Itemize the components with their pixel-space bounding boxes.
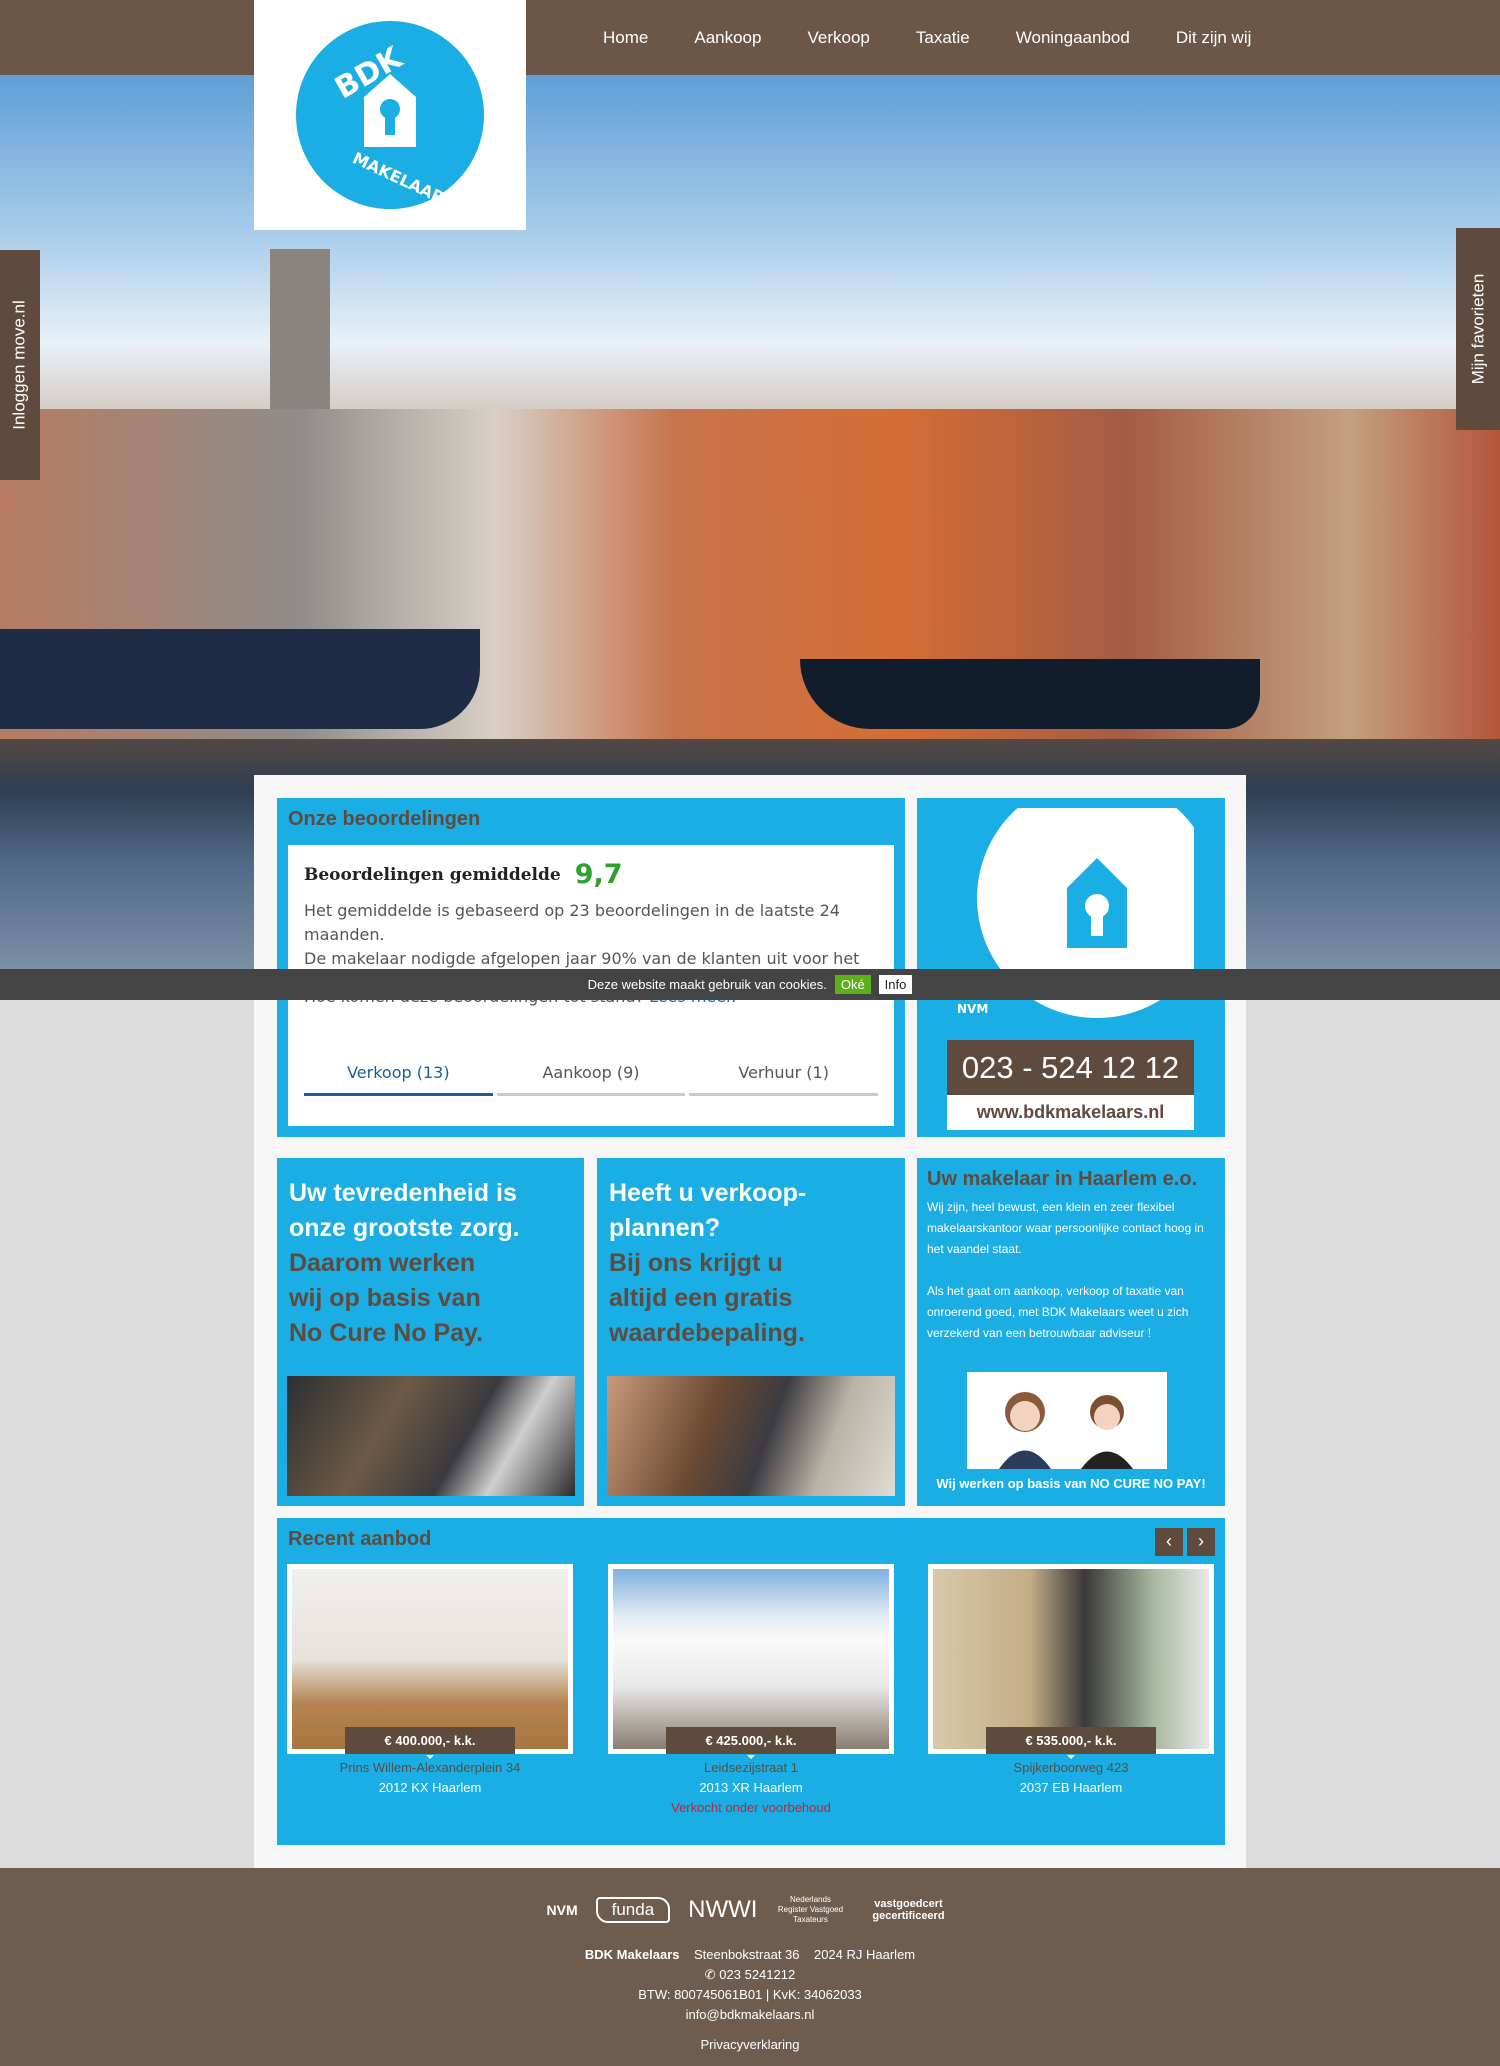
about-panel: Uw makelaar in Haarlem e.o. Wij zijn, he… — [917, 1158, 1225, 1506]
phone-number[interactable]: 023 - 524 12 12 — [947, 1040, 1194, 1095]
funda-logo[interactable]: funda — [595, 1897, 671, 1923]
favorites-tab-label: Mijn favorieten — [1468, 273, 1487, 385]
listing-card[interactable]: € 400.000,- k.k. Prins Willem-Alexanderp… — [287, 1564, 573, 1795]
listing-price: € 400.000,- k.k. — [345, 1727, 515, 1759]
recent-title: Recent aanbod — [288, 1528, 432, 1550]
about-title: Uw makelaar in Haarlem e.o. — [927, 1168, 1198, 1190]
tab-verhuur[interactable]: Verhuur (1) — [689, 1061, 879, 1096]
footer: NVM funda NWWI Nederlands Register Vastg… — [0, 1868, 1500, 2066]
privacy-link[interactable]: Privacyverklaring — [0, 2035, 1500, 2055]
site-logo[interactable]: BDK MAKELAARS — [254, 0, 526, 230]
listing-city: 2013 XR Haarlem — [699, 1780, 803, 1795]
vastgoedcert-logo[interactable]: vastgoedcert gecertificeerd — [863, 1898, 953, 1922]
promo-photo — [287, 1376, 575, 1496]
website-url[interactable]: www.bdkmakelaars.nl — [947, 1095, 1194, 1130]
phone-icon: ✆ — [704, 1967, 716, 1982]
nvm-logo[interactable]: NVM — [547, 1902, 578, 1918]
promo-line: waardebepaling. — [609, 1319, 805, 1347]
nvm-logo: NVM — [957, 1002, 988, 1016]
recent-listings: Recent aanbod ‹ › € 400.000,- k.k. Prins … — [277, 1518, 1225, 1845]
tab-aankoop[interactable]: Aankoop (9) — [496, 1061, 686, 1096]
listing-street: Spijkerboorweg 423 — [1013, 1760, 1129, 1775]
footer-phone[interactable]: 023 5241212 — [719, 1967, 795, 1982]
promo-line: No Cure No Pay. — [289, 1319, 484, 1347]
tab-verkoop[interactable]: Verkoop (13) — [304, 1061, 493, 1096]
brand-panel: NVM 023 - 524 12 12 www.bdkmakelaars.nl — [917, 798, 1225, 1137]
listing-price: € 535.000,- k.k. — [986, 1727, 1156, 1759]
footer-company: BDK Makelaars — [584, 1947, 680, 1962]
footer-tax: BTW: 800745061B01 | KvK: 34062033 — [638, 1987, 862, 2002]
average-score: 9,7 — [574, 859, 623, 890]
footer-city: 2024 RJ Haarlem — [813, 1947, 916, 1962]
reviews-text: Het gemiddelde is gebaseerd op 23 beoord… — [304, 901, 840, 944]
nrvt-logo[interactable]: Nederlands Register Vastgoed Taxateurs — [775, 1895, 845, 1925]
team-illustration — [967, 1372, 1167, 1469]
listing-street: Prins Willem-Alexanderplein 34 — [339, 1760, 521, 1775]
listing-city: 2037 EB Haarlem — [1019, 1780, 1123, 1795]
listing-city: 2012 KX Haarlem — [378, 1780, 482, 1795]
prev-arrow-icon[interactable]: ‹ — [1155, 1528, 1183, 1556]
listing-photo — [928, 1564, 1214, 1754]
promo-photo — [607, 1376, 895, 1496]
nav-dit-zijn-wij[interactable]: Dit zijn wij — [1153, 0, 1275, 75]
bdk-logo-large-icon: NVM — [957, 808, 1194, 1018]
cookie-ok-button[interactable]: Oké — [834, 975, 871, 994]
promo-waardebepaling[interactable]: Heeft u verkoop-plannen? Bij ons krijgt u… — [597, 1158, 905, 1506]
nwwi-logo[interactable]: NWWI — [688, 1896, 757, 1924]
listing-photo — [608, 1564, 894, 1754]
nav-verkoop[interactable]: Verkoop — [784, 0, 892, 75]
reviews-text-2: De makelaar nodigde afgelopen jaar 90% v… — [304, 949, 860, 968]
next-arrow-icon[interactable]: › — [1187, 1528, 1215, 1556]
nav-aankoop[interactable]: Aankoop — [671, 0, 784, 75]
promo-no-cure-no-pay[interactable]: Uw tevredenheid is onze grootste zorg. Daa… — [277, 1158, 584, 1506]
promo-line: onze grootste zorg. — [289, 1214, 520, 1242]
favorites-tab[interactable]: Mijn favorieten — [1456, 228, 1500, 430]
login-tab-label: Inloggen move.nl — [10, 300, 30, 430]
promo-line: wij op basis van — [289, 1284, 481, 1312]
listing-street: Leidsezijstraat 1 — [704, 1760, 798, 1775]
login-move-tab[interactable]: Inloggen move.nl — [0, 250, 40, 480]
listing-photo — [287, 1564, 573, 1754]
cookie-info-button[interactable]: Info — [878, 975, 913, 994]
about-footer: Wij werken op basis van NO CURE NO PAY! — [936, 1476, 1206, 1491]
about-text-1: Wij zijn, heel bewust, een klein en zeer… — [927, 1200, 1204, 1256]
nav-woningaanbod[interactable]: Woningaanbod — [993, 0, 1153, 75]
cookie-bar: Deze website maakt gebruik van cookies. … — [0, 969, 1500, 1000]
promo-line: altijd een gratis — [609, 1284, 793, 1312]
bdk-logo-icon: BDK MAKELAARS — [296, 21, 484, 211]
promo-line: Heeft u verkoop- — [609, 1179, 807, 1207]
listing-card[interactable]: € 535.000,- k.k. Spijkerboorweg 423 2037… — [928, 1564, 1214, 1795]
main-nav: Home Aankoop Verkoop Taxatie Woningaanbo… — [580, 0, 1274, 75]
top-bar: Home Aankoop Verkoop Taxatie Woningaanbo… — [0, 0, 1500, 75]
promo-line: Uw tevredenheid is — [289, 1179, 517, 1207]
cookie-text: Deze website maakt gebruik van cookies. — [587, 977, 827, 992]
about-text-2: Als het gaat om aankoop, verkoop of taxa… — [927, 1284, 1189, 1340]
nav-home[interactable]: Home — [580, 0, 671, 75]
promo-line: Daarom werken — [289, 1249, 476, 1277]
nav-taxatie[interactable]: Taxatie — [893, 0, 993, 75]
review-tabs: Verkoop (13) Aankoop (9) Verhuur (1) — [304, 1061, 879, 1096]
reviews-panel: Onze beoordelingen Beoordelingen gemidde… — [277, 798, 905, 1137]
average-label: Beoordelingen gemiddelde — [304, 865, 561, 885]
listing-card[interactable]: € 425.000,- k.k. Leidsezijstraat 1 2013 … — [608, 1564, 894, 1815]
promo-line: plannen? — [609, 1214, 721, 1242]
main-content: Onze beoordelingen Beoordelingen gemidde… — [254, 775, 1246, 1868]
listing-status: Verkocht onder voorbehoud — [671, 1800, 831, 1815]
promo-line: Bij ons krijgt u — [609, 1249, 783, 1277]
listing-price: € 425.000,- k.k. — [666, 1727, 836, 1759]
footer-email[interactable]: info@bdkmakelaars.nl — [0, 2005, 1500, 2025]
footer-street: Steenbokstraat 36 — [693, 1947, 800, 1962]
reviews-title: Onze beoordelingen — [288, 808, 481, 830]
